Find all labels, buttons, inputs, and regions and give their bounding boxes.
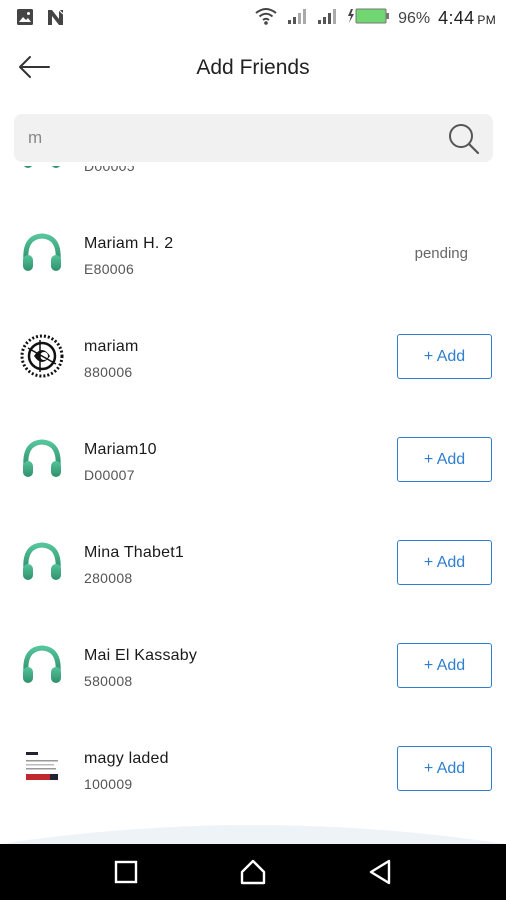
friend-id: D00005 (84, 166, 135, 174)
triangle-back-icon (369, 859, 391, 885)
signal-icon-1 (286, 7, 308, 30)
add-friend-button[interactable]: + Add (397, 540, 492, 585)
headphones-avatar (20, 231, 64, 275)
search-input[interactable] (28, 114, 428, 162)
clock-time: 4:44 (438, 8, 475, 28)
page-title: Add Friends (196, 56, 310, 79)
add-friend-button[interactable]: + Add (397, 334, 492, 379)
friend-name: Mai El Kassaby (84, 647, 198, 664)
headphones-avatar (20, 437, 64, 481)
wifi-icon (254, 6, 278, 31)
friend-row: D00005pending (0, 166, 506, 201)
add-friend-button[interactable]: + Add (397, 437, 492, 482)
friend-row: Mariam10 D00007 + Add (0, 407, 506, 510)
friend-row: Mariam H. 2 E80006 pending (0, 201, 506, 304)
friend-row: Mai El Kassaby 580008 + Add (0, 613, 506, 716)
home-button[interactable] (239, 858, 267, 886)
search-bar (14, 114, 493, 162)
battery-percent: 96% (398, 9, 431, 27)
headphones-avatar (20, 540, 64, 584)
home-icon (240, 859, 266, 885)
clock-ampm: PM (477, 13, 496, 27)
app-header: Add Friends (0, 36, 506, 100)
add-friend-button[interactable]: + Add (397, 746, 492, 791)
search-button[interactable] (447, 122, 481, 156)
friend-name: mariam (84, 338, 139, 355)
gallery-notification-icon (16, 8, 34, 31)
friend-row: magy laded 100009 + Add (0, 716, 506, 819)
friend-name: Mariam10 (84, 441, 157, 458)
friend-id: 100009 (84, 776, 133, 792)
headphones-avatar (20, 166, 64, 172)
friend-id: E80006 (84, 261, 135, 277)
photo-avatar (20, 746, 64, 790)
battery-icon (346, 7, 390, 30)
friend-name: Mina Thabet1 (84, 544, 184, 561)
add-friend-button[interactable]: + Add (397, 643, 492, 688)
friend-id: 580008 (84, 673, 133, 689)
friend-id: 880006 (84, 364, 133, 380)
headphones-avatar (20, 643, 64, 687)
status-bar: 96% 4:44 PM (0, 0, 506, 36)
clock: 4:44 PM (438, 8, 496, 29)
list-bottom-edge (0, 825, 506, 844)
back-nav-button[interactable] (366, 858, 394, 886)
friend-id: D00007 (84, 467, 135, 483)
square-icon (114, 860, 138, 884)
pattern-avatar (20, 334, 64, 378)
friend-row: Mina Thabet1 280008 + Add (0, 510, 506, 613)
recents-button[interactable] (112, 858, 140, 886)
friend-name: Mariam H. 2 (84, 235, 174, 252)
pending-status: pending (414, 245, 468, 262)
n-app-notification-icon (46, 8, 66, 31)
friend-name: magy laded (84, 750, 169, 767)
signal-icon-2 (316, 7, 338, 30)
search-icon (449, 124, 480, 155)
navigation-bar (0, 844, 506, 900)
friend-row: mariam 880006 + Add (0, 304, 506, 407)
friend-id: 280008 (84, 570, 133, 586)
friends-list[interactable]: D00005pending Mariam H. 2 E80006 pending mar… (0, 166, 506, 844)
